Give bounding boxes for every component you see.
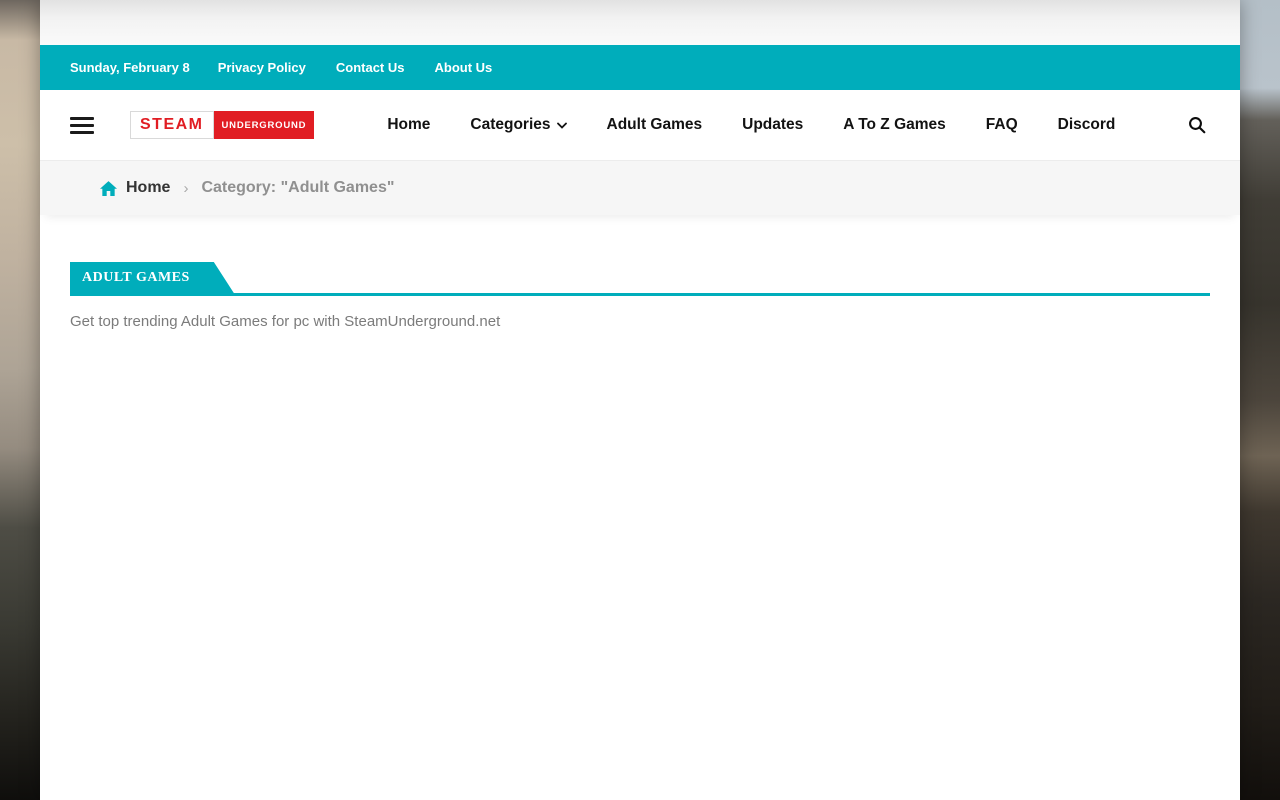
background-photo-right — [1240, 0, 1280, 800]
page-container: Sunday, February 8 Privacy Policy Contac… — [40, 0, 1240, 800]
nav-item-home-label: Home — [387, 116, 430, 134]
breadcrumb-separator: › — [183, 180, 188, 197]
nav-item-home[interactable]: Home — [387, 116, 430, 134]
breadcrumb: Home › Category: "Adult Games" — [40, 160, 1240, 215]
nav-item-a-to-z-games[interactable]: A To Z Games — [843, 116, 946, 134]
topbar-link-contact-us[interactable]: Contact Us — [336, 60, 405, 75]
home-icon — [100, 181, 117, 196]
site-logo[interactable]: STEAM UNDERGROUND — [130, 111, 314, 139]
breadcrumb-current-page: Category: "Adult Games" — [201, 179, 394, 197]
nav-item-discord[interactable]: Discord — [1058, 116, 1116, 134]
hamburger-menu-icon[interactable] — [70, 117, 94, 134]
topbar-link-about-us[interactable]: About Us — [434, 60, 492, 75]
nav-item-adult-games[interactable]: Adult Games — [607, 116, 703, 134]
category-description: Get top trending Adult Games for pc with… — [70, 313, 1210, 330]
date-text: Sunday, February 8 — [70, 60, 190, 75]
chevron-down-icon — [557, 122, 567, 129]
nav-item-faq-label: FAQ — [986, 116, 1018, 134]
main-menu: Home Categories Adult Games Updates A To… — [387, 116, 1115, 134]
logo-steam-text: STEAM — [130, 111, 214, 139]
search-button[interactable] — [1184, 112, 1210, 138]
section-title-badge: ADULT GAMES — [70, 262, 234, 293]
nav-item-faq[interactable]: FAQ — [986, 116, 1018, 134]
top-strip — [40, 0, 1240, 45]
breadcrumb-home-link[interactable]: Home — [126, 179, 170, 197]
navbar: STEAM UNDERGROUND Home Categories Adult … — [40, 90, 1240, 160]
nav-item-updates-label: Updates — [742, 116, 803, 134]
nav-item-discord-label: Discord — [1058, 116, 1116, 134]
nav-item-updates[interactable]: Updates — [742, 116, 803, 134]
nav-item-categories[interactable]: Categories — [470, 116, 566, 134]
search-icon — [1188, 116, 1206, 134]
main-content: ADULT GAMES Get top trending Adult Games… — [40, 215, 1240, 330]
nav-item-adult-games-label: Adult Games — [607, 116, 703, 134]
topbar-link-privacy-policy[interactable]: Privacy Policy — [218, 60, 306, 75]
section-header: ADULT GAMES — [70, 262, 1210, 296]
nav-item-a-to-z-games-label: A To Z Games — [843, 116, 946, 134]
section-underline — [70, 293, 1210, 296]
background-photo-left — [0, 0, 40, 800]
logo-underground-text: UNDERGROUND — [214, 111, 315, 139]
nav-item-categories-label: Categories — [470, 116, 550, 134]
topbar: Sunday, February 8 Privacy Policy Contac… — [40, 45, 1240, 90]
